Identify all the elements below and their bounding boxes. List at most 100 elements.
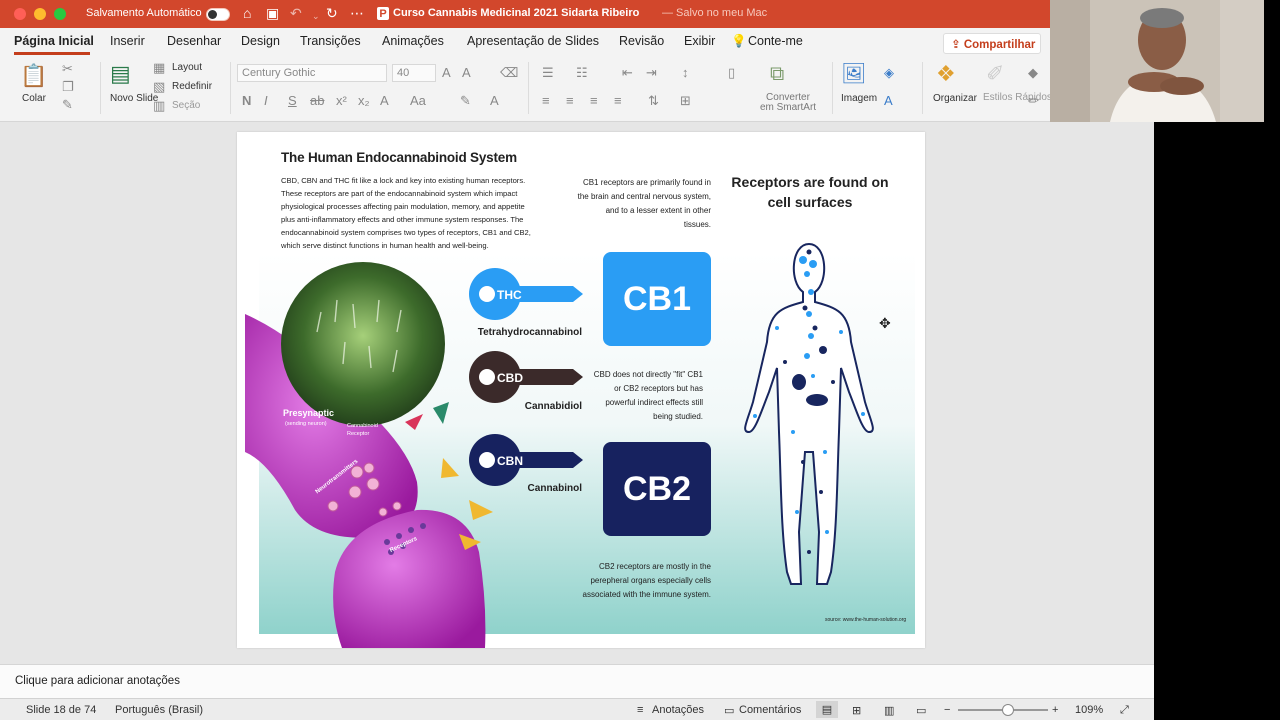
justify-icon[interactable]: ≡ (614, 94, 622, 108)
tab-design[interactable]: Design (241, 34, 280, 48)
font-color-icon[interactable]: A (490, 94, 499, 108)
slide-title[interactable]: The Human Endocannabinoid System (281, 150, 517, 165)
share-button[interactable]: ⇪ Compartilhar (943, 33, 1041, 54)
paste-icon[interactable]: 📋 (20, 64, 47, 88)
slide-canvas[interactable]: THC CBD CBN ✥ The Human Endocannabinoid … (237, 132, 925, 648)
bold-icon[interactable]: N (242, 94, 251, 108)
save-icon[interactable]: ▣ (266, 6, 279, 20)
copy-icon[interactable]: ❐ (62, 80, 74, 94)
autosave-toggle[interactable] (206, 8, 230, 21)
section-button[interactable]: Seção (172, 100, 200, 111)
paste-label[interactable]: Colar (22, 93, 46, 104)
cbd-description[interactable]: CBD does not directly "fit" CB1 or CB2 r… (587, 368, 703, 424)
fit-slide-icon[interactable]: ⤢ (1120, 704, 1129, 717)
text-box-icon[interactable]: A (884, 94, 893, 108)
highlight-icon[interactable]: ✎ (460, 94, 471, 108)
italic-icon[interactable]: I (264, 94, 268, 108)
change-case-icon[interactable]: Aa (410, 94, 426, 108)
arrange-button[interactable]: Organizar (933, 93, 977, 104)
numbering-icon[interactable]: ☷ (576, 66, 588, 80)
shape-outline-icon[interactable]: ✏ (1028, 94, 1039, 108)
align-text-icon[interactable]: ⊞ (680, 94, 691, 108)
text-effects-icon[interactable]: A (380, 94, 389, 108)
language-indicator[interactable]: Português (Brasil) (115, 704, 203, 716)
redo-icon[interactable]: ↻ (326, 6, 338, 20)
tab-revisao[interactable]: Revisão (619, 34, 664, 48)
reset-button[interactable]: Redefinir (172, 81, 212, 92)
clear-format-icon[interactable]: ⌫ (500, 66, 518, 80)
normal-view-icon[interactable]: ▤ (816, 701, 838, 718)
superscript-icon[interactable]: x² (336, 94, 347, 108)
notes-icon[interactable]: ≡ (637, 704, 643, 716)
comments-toggle[interactable]: Comentários (739, 704, 801, 716)
slide-sorter-icon[interactable]: ⊞ (852, 704, 861, 717)
notes-toggle[interactable]: Anotações (652, 704, 704, 716)
reset-icon[interactable]: ▧ (153, 80, 165, 94)
new-slide-label[interactable]: Novo Slide (110, 93, 158, 104)
shapes-icon[interactable]: ◈ (884, 66, 894, 80)
quick-styles-icon[interactable]: ✐ (986, 62, 1004, 86)
bullets-icon[interactable]: ☰ (542, 66, 554, 80)
notes-pane[interactable]: Clique para adicionar anotações (0, 664, 1154, 698)
cb2-box[interactable]: CB2 (603, 442, 711, 536)
tab-inserir[interactable]: Inserir (110, 34, 145, 48)
underline-icon[interactable]: S (288, 94, 297, 108)
increase-font-icon[interactable]: A (442, 66, 451, 80)
tab-animacoes[interactable]: Animações (382, 34, 444, 48)
arrange-icon[interactable]: ❖ (936, 62, 956, 86)
picture-icon[interactable]: 🖼 (841, 64, 866, 84)
format-painter-icon[interactable]: ✎ (62, 98, 73, 112)
tab-exibir[interactable]: Exibir (684, 34, 715, 48)
decrease-font-icon[interactable]: A (462, 66, 471, 80)
tab-transicoes[interactable]: Transições (300, 34, 361, 48)
receptors-heading[interactable]: Receptors are found on cell surfaces (725, 172, 895, 212)
align-center-icon[interactable]: ≡ (566, 94, 574, 108)
increase-indent-icon[interactable]: ⇥ (646, 66, 657, 80)
layout-button[interactable]: Layout (172, 62, 202, 73)
home-icon[interactable]: ⌂ (243, 6, 251, 20)
font-size-field[interactable]: 40 (392, 64, 436, 82)
tab-apresentacao[interactable]: Apresentação de Slides (467, 34, 599, 48)
zoom-in-icon[interactable]: + (1052, 704, 1058, 716)
more-icon[interactable]: ⋯ (350, 6, 364, 20)
tab-pagina-inicial[interactable]: Página Inicial (14, 34, 94, 48)
zoom-out-icon[interactable]: − (944, 704, 950, 716)
align-left-icon[interactable]: ≡ (542, 94, 550, 108)
columns-icon[interactable]: ▯ (728, 66, 735, 80)
reading-view-icon[interactable]: ▥ (884, 704, 894, 717)
quick-styles-button[interactable]: Estilos Rápidos (983, 93, 1052, 103)
convert-smartart-button[interactable]: Converter em SmartArt (758, 93, 818, 113)
minimize-window-button[interactable] (34, 8, 46, 20)
zoom-window-button[interactable] (54, 8, 66, 20)
zoom-level[interactable]: 109% (1075, 704, 1103, 716)
zoom-slider-thumb[interactable] (1001, 704, 1014, 716)
font-name-field[interactable]: Century Gothic (237, 64, 387, 82)
shape-fill-icon[interactable]: ◆ (1028, 66, 1038, 80)
undo-icon[interactable]: ↶ (290, 6, 302, 20)
section-icon[interactable]: ▥ (153, 99, 165, 113)
close-window-button[interactable] (14, 8, 26, 20)
cb1-box[interactable]: CB1 (603, 252, 711, 346)
save-status[interactable]: — Salvo no meu Mac (662, 7, 767, 19)
tab-desenhar[interactable]: Desenhar (167, 34, 221, 48)
image-button[interactable]: Imagem (841, 93, 877, 104)
cb2-description[interactable]: CB2 receptors are mostly in the perepher… (567, 560, 712, 602)
subscript-icon[interactable]: x₂ (358, 94, 370, 108)
cb1-description[interactable]: CB1 receptors are primarily found in the… (577, 176, 711, 232)
line-spacing-icon[interactable]: ↕ (682, 66, 689, 80)
new-slide-icon[interactable]: ▤ (110, 62, 131, 86)
undo-dropdown-icon[interactable]: ⌄ (312, 9, 320, 23)
smartart-icon[interactable]: ⧉ (770, 64, 784, 84)
slideshow-icon[interactable]: ▭ (916, 704, 926, 717)
doc-title: Curso Cannabis Medicinal 2021 Sidarta Ri… (393, 7, 640, 19)
tell-me-search[interactable]: Conte-me (748, 34, 803, 48)
slide-intro-text[interactable]: CBD, CBN and THC fit like a lock and key… (281, 174, 537, 252)
strikethrough-icon[interactable]: ab (310, 94, 324, 108)
zoom-slider[interactable] (958, 704, 1048, 716)
comments-icon[interactable]: ▭ (724, 704, 734, 717)
cut-icon[interactable]: ✂ (62, 62, 73, 76)
decrease-indent-icon[interactable]: ⇤ (622, 66, 633, 80)
align-right-icon[interactable]: ≡ (590, 94, 598, 108)
text-direction-icon[interactable]: ⇅ (648, 94, 659, 108)
layout-icon[interactable]: ▦ (153, 61, 165, 75)
